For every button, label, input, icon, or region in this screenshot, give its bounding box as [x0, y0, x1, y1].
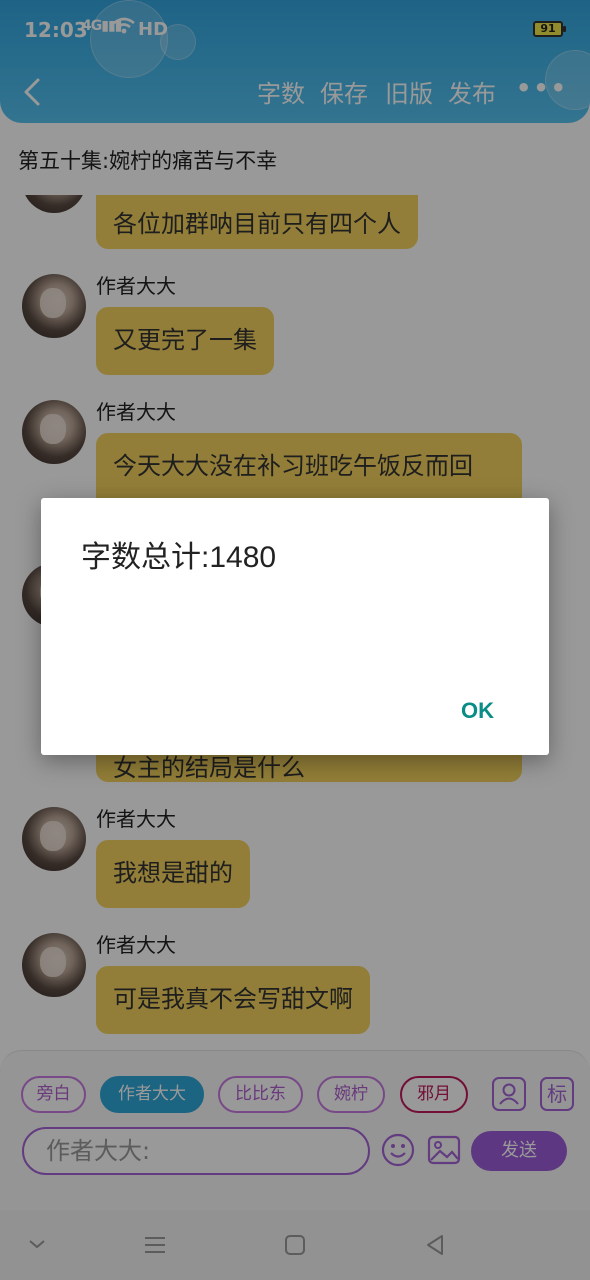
ok-button[interactable]: OK	[451, 694, 504, 728]
word-count-dialog: 字数总计:1480 OK	[41, 498, 549, 755]
dialog-title: 字数总计:1480	[81, 541, 277, 574]
